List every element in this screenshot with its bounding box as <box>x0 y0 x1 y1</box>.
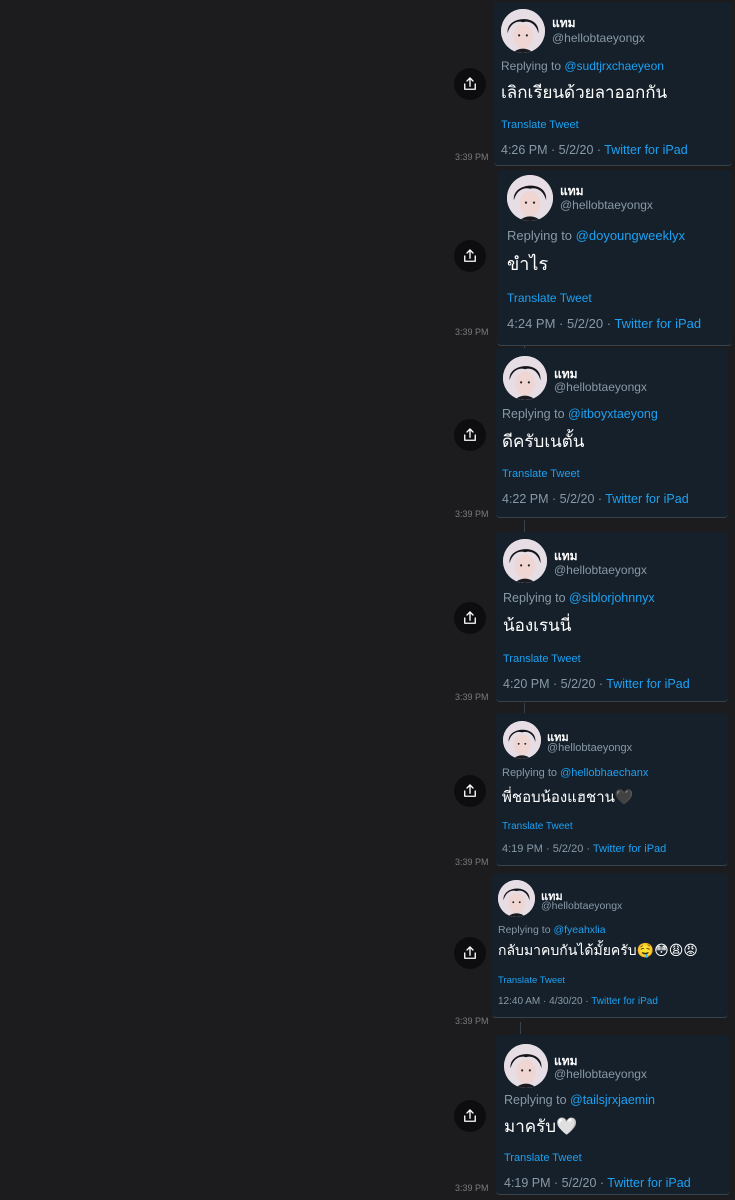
tweet-card[interactable]: แทม @hellobtaeyongx Replying to @itboyxt… <box>496 348 728 518</box>
tweet-meta: 4:22 PM · 5/2/20 · Twitter for iPad <box>502 492 689 506</box>
source-link[interactable]: Twitter for iPad <box>604 143 687 157</box>
tweet-meta: 4:20 PM · 5/2/20 · Twitter for iPad <box>503 677 690 691</box>
tweet-meta: 4:19 PM · 5/2/20 · Twitter for iPad <box>504 1176 691 1190</box>
tweet-card[interactable]: แทม @hellobtaeyongx Replying to @sudtjrx… <box>494 2 732 166</box>
share-icon[interactable] <box>454 1100 486 1132</box>
handle: @hellobtaeyongx <box>554 380 647 394</box>
time-date: 4:24 PM · 5/2/20 · <box>507 316 615 331</box>
tweet-meta: 4:26 PM · 5/2/20 · Twitter for iPad <box>501 143 688 157</box>
time-date: 4:19 PM · 5/2/20 · <box>504 1176 608 1190</box>
thread-line <box>520 1022 521 1034</box>
tweet-card[interactable]: แทม @hellobtaeyongx Replying to @fyeahxl… <box>492 873 728 1018</box>
share-icon[interactable] <box>454 240 486 272</box>
replying-to: Replying to @fyeahxlia <box>498 924 606 936</box>
share-icon[interactable] <box>454 68 486 100</box>
tweet-text: น้องเรนนี่ <box>503 616 572 635</box>
handle: @hellobtaeyongx <box>547 742 633 754</box>
reply-mention-link[interactable]: @fyeahxlia <box>553 924 605 936</box>
reply-mention-link[interactable]: @sudtjrxchaeyeon <box>564 59 664 73</box>
avatar[interactable] <box>503 721 541 759</box>
share-icon[interactable] <box>454 937 486 969</box>
replying-prefix: Replying to <box>504 1093 571 1107</box>
source-link[interactable]: Twitter for iPad <box>607 1176 690 1190</box>
tweet-meta: 12:40 AM · 4/30/20 · Twitter for iPad <box>498 996 658 1007</box>
replying-prefix: Replying to <box>498 924 554 936</box>
tweet-card[interactable]: แทม @hellobtaeyongx Replying to @hellobh… <box>496 713 728 866</box>
translate-tweet-link[interactable]: Translate Tweet <box>507 291 592 305</box>
tweet-card[interactable]: แทม @hellobtaeyongx Replying to @tailsjr… <box>496 1035 730 1195</box>
tweet-text: ขำไร <box>507 254 549 274</box>
thread-line <box>524 520 525 532</box>
timestamp: 3:39 PM <box>455 327 489 337</box>
tweet-card[interactable]: แทม @hellobtaeyongx Replying to @siblorj… <box>496 532 728 702</box>
share-icon[interactable] <box>454 419 486 451</box>
time-date: 4:26 PM · 5/2/20 · <box>501 143 605 157</box>
tweet-text: กลับมาคบกันได้มั้ยครับ🤤😳😩😡 <box>498 942 698 958</box>
avatar[interactable] <box>504 1044 548 1088</box>
time-date: 4:22 PM · 5/2/20 · <box>502 492 606 506</box>
tweet-meta: 4:24 PM · 5/2/20 · Twitter for iPad <box>507 316 701 331</box>
tweet-card[interactable]: แทม @hellobtaeyongx Replying to @doyoung… <box>497 170 732 346</box>
handle: @hellobtaeyongx <box>554 563 647 577</box>
avatar[interactable] <box>503 356 547 400</box>
source-link[interactable]: Twitter for iPad <box>593 843 666 855</box>
handle: @hellobtaeyongx <box>552 31 645 45</box>
timestamp: 3:39 PM <box>455 857 489 867</box>
thread-line <box>524 703 525 713</box>
reply-mention-link[interactable]: @tailsjrxjaemin <box>570 1093 655 1107</box>
translate-tweet-link[interactable]: Translate Tweet <box>498 975 565 986</box>
timestamp: 3:39 PM <box>455 152 489 162</box>
timestamp: 3:39 PM <box>455 509 489 519</box>
translate-tweet-link[interactable]: Translate Tweet <box>503 653 581 665</box>
source-link[interactable]: Twitter for iPad <box>605 492 688 506</box>
time-date: 4:20 PM · 5/2/20 · <box>503 677 607 691</box>
translate-tweet-link[interactable]: Translate Tweet <box>501 119 579 131</box>
tweet-text: มาครับ🤍 <box>504 1117 578 1136</box>
replying-prefix: Replying to <box>502 407 569 421</box>
time-date: 12:40 AM · 4/30/20 · <box>498 996 592 1007</box>
reply-mention-link[interactable]: @itboyxtaeyong <box>568 407 658 421</box>
replying-to: Replying to @siblorjohnnyx <box>503 591 655 605</box>
replying-to: Replying to @tailsjrxjaemin <box>504 1093 655 1107</box>
reply-mention-link[interactable]: @hellobhaechanx <box>560 767 648 779</box>
replying-to: Replying to @doyoungweeklyx <box>507 228 685 243</box>
reply-mention-link[interactable]: @siblorjohnnyx <box>569 591 655 605</box>
replying-prefix: Replying to <box>503 591 570 605</box>
share-icon[interactable] <box>454 775 486 807</box>
tweet-meta: 4:19 PM · 5/2/20 · Twitter for iPad <box>502 843 666 855</box>
tweet-text: ดีครับเนตั้น <box>502 432 585 451</box>
translate-tweet-link[interactable]: Translate Tweet <box>502 468 580 480</box>
handle: @hellobtaeyongx <box>560 198 653 212</box>
replying-to: Replying to @itboyxtaeyong <box>502 407 658 421</box>
source-link[interactable]: Twitter for iPad <box>614 316 701 331</box>
source-link[interactable]: Twitter for iPad <box>606 677 689 691</box>
translate-tweet-link[interactable]: Translate Tweet <box>504 1152 582 1164</box>
avatar[interactable] <box>507 175 553 221</box>
timestamp: 3:39 PM <box>455 1016 489 1026</box>
replying-prefix: Replying to <box>507 228 576 243</box>
replying-to: Replying to @sudtjrxchaeyeon <box>501 59 664 73</box>
avatar[interactable] <box>503 539 547 583</box>
time-date: 4:19 PM · 5/2/20 · <box>502 843 593 855</box>
tweet-text: เลิกเรียนด้วยลาออกกัน <box>501 83 668 102</box>
replying-to: Replying to @hellobhaechanx <box>502 767 648 779</box>
avatar[interactable] <box>498 880 535 917</box>
translate-tweet-link[interactable]: Translate Tweet <box>502 821 573 832</box>
source-link[interactable]: Twitter for iPad <box>591 996 658 1007</box>
share-icon[interactable] <box>454 602 486 634</box>
handle: @hellobtaeyongx <box>554 1067 647 1081</box>
replying-prefix: Replying to <box>502 767 561 779</box>
screenshot-collage: 3:39 PM แทม @hellobtaeyongx Replying to … <box>0 0 735 1200</box>
timestamp: 3:39 PM <box>455 692 489 702</box>
timestamp: 3:39 PM <box>455 1183 489 1193</box>
reply-mention-link[interactable]: @doyoungweeklyx <box>576 228 685 243</box>
handle: @hellobtaeyongx <box>541 900 623 912</box>
replying-prefix: Replying to <box>501 59 565 73</box>
avatar[interactable] <box>501 9 545 53</box>
tweet-text: พี่ชอบน้องแฮชาน🖤 <box>502 789 634 806</box>
